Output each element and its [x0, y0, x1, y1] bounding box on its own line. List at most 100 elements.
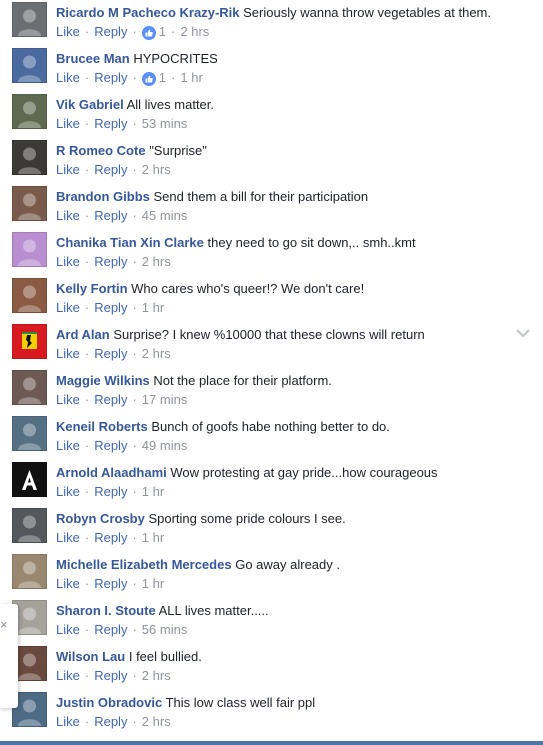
comment-item: Justin Obradovic This low class well fai…	[0, 692, 543, 738]
comment-author[interactable]: Brandon Gibbs	[56, 189, 150, 204]
reply-link[interactable]: Reply	[94, 438, 127, 453]
avatar[interactable]	[12, 554, 47, 589]
avatar[interactable]	[12, 232, 47, 267]
avatar[interactable]	[12, 370, 47, 405]
reply-link[interactable]: Reply	[94, 208, 127, 223]
comment-timestamp[interactable]: 2 hrs	[142, 254, 171, 269]
avatar[interactable]	[12, 186, 47, 221]
reply-link[interactable]: Reply	[94, 70, 127, 85]
comment-timestamp[interactable]: 56 mins	[142, 622, 188, 637]
comment-author[interactable]: Michelle Elizabeth Mercedes	[56, 557, 232, 572]
comment-body: Who cares who's queer!? We don't care!	[131, 281, 365, 296]
comment-author[interactable]: Ard Alan	[56, 327, 110, 342]
like-link[interactable]: Like	[56, 300, 80, 315]
comment-text-line: Vik Gabriel All lives matter.	[56, 96, 503, 114]
comment-timestamp[interactable]: 1 hr	[142, 300, 164, 315]
like-reaction-icon[interactable]	[141, 71, 156, 86]
comment-timestamp[interactable]: 45 mins	[142, 208, 188, 223]
comment-timestamp[interactable]: 2 hrs	[180, 24, 209, 39]
comment-actions: Like · Reply · 2 hrs	[56, 713, 171, 731]
like-link[interactable]: Like	[56, 576, 80, 591]
avatar[interactable]	[12, 94, 47, 129]
like-link[interactable]: Like	[56, 116, 80, 131]
reply-link[interactable]: Reply	[94, 714, 127, 729]
reply-link[interactable]: Reply	[94, 530, 127, 545]
comment-item: Kelly Fortin Who cares who's queer!? We …	[0, 278, 543, 324]
avatar[interactable]	[12, 140, 47, 175]
comment-timestamp[interactable]: 17 mins	[142, 392, 188, 407]
comment-timestamp[interactable]: 1 hr	[142, 530, 164, 545]
comment-timestamp[interactable]: 2 hrs	[142, 714, 171, 729]
reply-link[interactable]: Reply	[94, 668, 127, 683]
like-link[interactable]: Like	[56, 254, 80, 269]
comment-author[interactable]: Kelly Fortin	[56, 281, 128, 296]
comment-author[interactable]: Justin Obradovic	[56, 695, 162, 710]
like-link[interactable]: Like	[56, 70, 80, 85]
comment-actions: Like · Reply · 1 · 2 hrs	[56, 23, 209, 41]
separator: ·	[132, 714, 137, 729]
reply-link[interactable]: Reply	[94, 576, 127, 591]
like-link[interactable]: Like	[56, 622, 80, 637]
comment-actions: Like · Reply · 45 mins	[56, 207, 187, 225]
avatar[interactable]	[12, 48, 47, 83]
chevron-down-icon[interactable]	[515, 326, 531, 338]
like-link[interactable]: Like	[56, 162, 80, 177]
avatar[interactable]	[12, 278, 47, 313]
comment-timestamp[interactable]: 2 hrs	[142, 668, 171, 683]
like-link[interactable]: Like	[56, 24, 80, 39]
like-link[interactable]: Like	[56, 714, 80, 729]
separator: ·	[132, 70, 137, 85]
reply-link[interactable]: Reply	[94, 484, 127, 499]
comment-author[interactable]: Maggie Wilkins	[56, 373, 150, 388]
comment-timestamp[interactable]: 53 mins	[142, 116, 188, 131]
reply-link[interactable]: Reply	[94, 392, 127, 407]
comment-timestamp[interactable]: 2 hrs	[142, 346, 171, 361]
comment-timestamp[interactable]: 1 hr	[142, 576, 164, 591]
comment-body: Bunch of goofs habe nothing better to do…	[151, 419, 390, 434]
comment-actions: Like · Reply · 49 mins	[56, 437, 187, 455]
like-link[interactable]: Like	[56, 668, 80, 683]
comment-author[interactable]: Sharon I. Stoute	[56, 603, 156, 618]
comment-author[interactable]: Chanika Tian Xin Clarke	[56, 235, 204, 250]
reply-link[interactable]: Reply	[94, 346, 127, 361]
comment-author[interactable]: Keneil Roberts	[56, 419, 148, 434]
avatar[interactable]	[12, 508, 47, 543]
like-link[interactable]: Like	[56, 346, 80, 361]
avatar[interactable]	[12, 462, 47, 497]
comment-author[interactable]: Vik Gabriel	[56, 97, 124, 112]
comment-text-line: Chanika Tian Xin Clarke they need to go …	[56, 234, 503, 252]
avatar[interactable]	[12, 324, 47, 359]
comment-timestamp[interactable]: 1 hr	[142, 484, 164, 499]
like-link[interactable]: Like	[56, 530, 80, 545]
like-link[interactable]: Like	[56, 392, 80, 407]
comment-author[interactable]: Wilson Lau	[56, 649, 125, 664]
like-link[interactable]: Like	[56, 484, 80, 499]
like-link[interactable]: Like	[56, 208, 80, 223]
comment-timestamp[interactable]: 49 mins	[142, 438, 188, 453]
comment-author[interactable]: Arnold Alaadhami	[56, 465, 167, 480]
comment-text-line: Sharon I. Stoute ALL lives matter.....	[56, 602, 503, 620]
comment-author[interactable]: R Romeo Cote	[56, 143, 146, 158]
separator: ·	[84, 392, 90, 407]
reply-link[interactable]: Reply	[94, 116, 127, 131]
reply-link[interactable]: Reply	[94, 24, 127, 39]
reply-link[interactable]: Reply	[94, 254, 127, 269]
reply-link[interactable]: Reply	[94, 162, 127, 177]
comment-timestamp[interactable]: 1 hr	[180, 70, 202, 85]
separator: ·	[132, 576, 137, 591]
comment-text-line: Kelly Fortin Who cares who's queer!? We …	[56, 280, 503, 298]
comment-body: Wow protesting at gay pride...how courag…	[170, 465, 438, 480]
close-icon[interactable]: ×	[0, 618, 8, 632]
reply-link[interactable]: Reply	[94, 300, 127, 315]
comment-timestamp[interactable]: 2 hrs	[142, 162, 171, 177]
avatar[interactable]	[12, 2, 47, 37]
comment-author[interactable]: Brucee Man	[56, 51, 130, 66]
comment-actions: Like · Reply · 1 hr	[56, 299, 164, 317]
comment-author[interactable]: Robyn Crosby	[56, 511, 145, 526]
reply-link[interactable]: Reply	[94, 622, 127, 637]
comment-text-line: Keneil Roberts Bunch of goofs habe nothi…	[56, 418, 503, 436]
like-link[interactable]: Like	[56, 438, 80, 453]
avatar[interactable]	[12, 416, 47, 451]
like-reaction-icon[interactable]	[141, 25, 156, 40]
comment-author[interactable]: Ricardo M Pacheco Krazy-Rik	[56, 5, 240, 20]
